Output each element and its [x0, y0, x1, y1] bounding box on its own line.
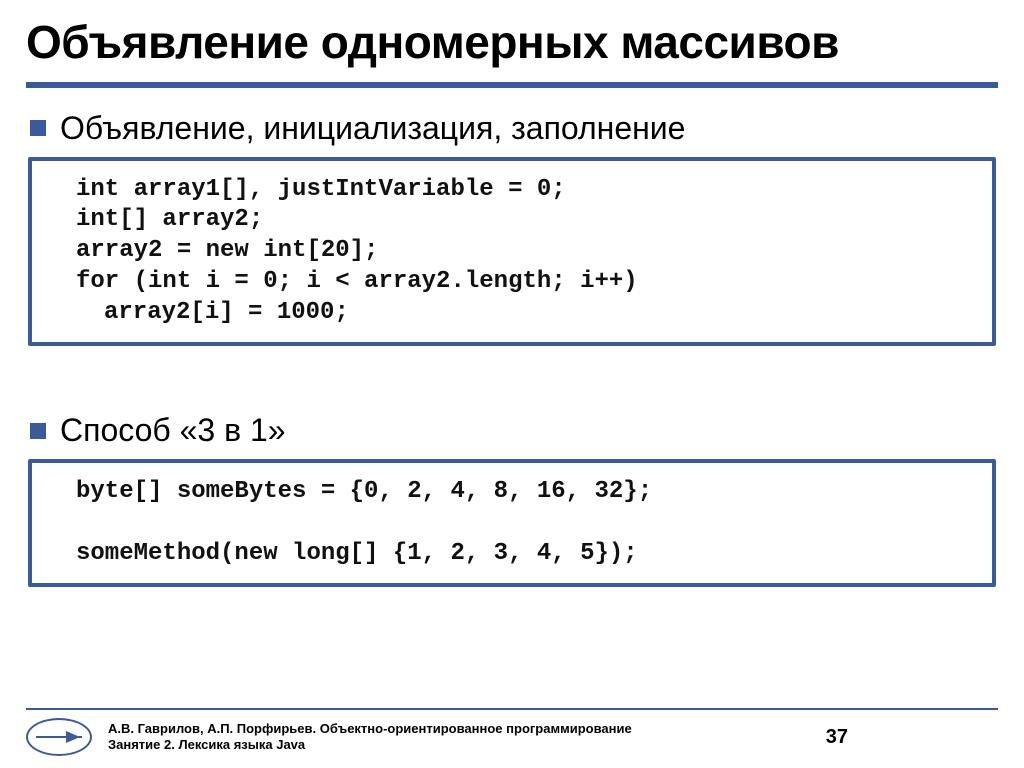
code-line: array2 = new int[20];	[76, 237, 378, 264]
footer-lesson: Занятие 2. Лексика языка Java	[108, 737, 806, 753]
slide-title: Объявление одномерных массивов	[26, 18, 998, 68]
bullet-1: Объявление, инициализация, заполнение	[30, 110, 998, 147]
slide: Объявление одномерных массивов Объявлени…	[0, 0, 1024, 768]
code-line: someMethod(new long[] {1, 2, 3, 4, 5});	[76, 540, 638, 567]
code-line: array2[i] = 1000;	[76, 298, 982, 329]
footer-rule	[26, 708, 998, 710]
footer-authors: А.В. Гаврилов, А.П. Порфирьев. Объектно-…	[108, 721, 806, 737]
footer-text: А.В. Гаврилов, А.П. Порфирьев. Объектно-…	[108, 721, 806, 754]
bullet-2-text: Способ «3 в 1»	[60, 412, 286, 449]
code-line: int[] array2;	[76, 206, 263, 233]
bullet-1-text: Объявление, инициализация, заполнение	[60, 110, 685, 147]
code-line: byte[] someBytes = {0, 2, 4, 8, 16, 32};	[76, 478, 652, 505]
code-block-2: byte[] someBytes = {0, 2, 4, 8, 16, 32};…	[28, 459, 996, 587]
code-line: int array1[], justIntVariable = 0;	[76, 176, 566, 203]
logo-icon	[26, 718, 92, 756]
code-line: for (int i = 0; i < array2.length; i++)	[76, 268, 638, 295]
footer-row: А.В. Гаврилов, А.П. Порфирьев. Объектно-…	[26, 718, 998, 756]
square-bullet-icon	[30, 120, 46, 136]
footer: А.В. Гаврилов, А.П. Порфирьев. Объектно-…	[0, 708, 1024, 756]
bullet-2: Способ «3 в 1»	[30, 412, 998, 449]
page-number: 37	[826, 726, 848, 749]
square-bullet-icon	[30, 423, 46, 439]
title-rule	[26, 82, 998, 88]
code-block-1: int array1[], justIntVariable = 0; int[]…	[28, 157, 996, 347]
